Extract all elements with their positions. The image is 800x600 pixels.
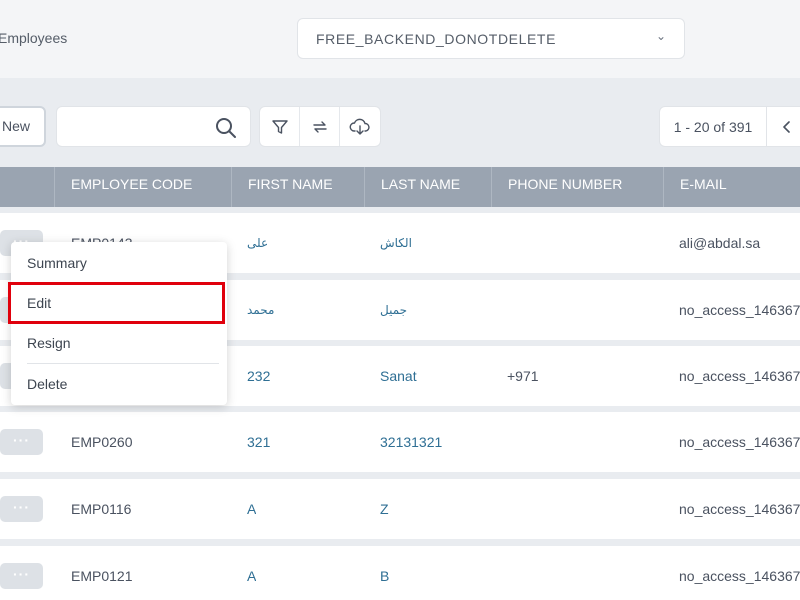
row-actions-button[interactable]: ···: [0, 496, 43, 522]
column-header-email[interactable]: E-MAIL: [663, 167, 800, 207]
company-select[interactable]: FREE_BACKEND_DONOTDELETE ⌄: [297, 18, 685, 59]
last-name-link[interactable]: جميل: [380, 280, 407, 340]
row-actions-button[interactable]: ···: [0, 429, 43, 455]
search-icon[interactable]: [214, 116, 238, 140]
swap-button[interactable]: [300, 107, 340, 146]
email-cell: no_access_146367.: [679, 568, 800, 584]
email-cell: ali@abdal.sa: [679, 235, 761, 251]
last-name-link[interactable]: 32131321: [380, 412, 442, 472]
prev-page-button[interactable]: [767, 106, 800, 147]
download-button[interactable]: [340, 107, 380, 146]
email-cell: no_access_146367.: [679, 434, 800, 450]
chevron-down-icon: ⌄: [655, 29, 666, 43]
menu-item-edit[interactable]: Edit: [11, 283, 227, 323]
phone-cell: +971: [507, 368, 539, 384]
filter-button[interactable]: [260, 107, 300, 146]
table-row[interactable]: ··· EMP0121 A B no_access_146367.: [0, 546, 800, 600]
column-header-phone-number[interactable]: PHONE NUMBER: [491, 167, 664, 207]
menu-item-resign[interactable]: Resign: [11, 323, 227, 363]
filter-icon: [271, 119, 288, 134]
breadcrumb[interactable]: Employees: [0, 30, 67, 46]
column-header-first-name[interactable]: FIRST NAME: [231, 167, 365, 207]
column-header-last-name[interactable]: LAST NAME: [364, 167, 492, 207]
top-bar: Employees FREE_BACKEND_DONOTDELETE ⌄: [0, 0, 800, 78]
table-header: EMPLOYEE CODE FIRST NAME LAST NAME PHONE…: [0, 167, 800, 207]
email-cell: no_access_146367.: [679, 368, 800, 384]
new-button[interactable]: New: [0, 106, 46, 147]
first-name-link[interactable]: 232: [247, 346, 270, 406]
first-name-link[interactable]: A: [247, 479, 256, 539]
row-actions-button[interactable]: ···: [0, 563, 43, 589]
last-name-link[interactable]: Sanat: [380, 346, 417, 406]
company-select-value: FREE_BACKEND_DONOTDELETE: [316, 31, 557, 47]
last-name-link[interactable]: B: [380, 546, 389, 600]
pagination-range: 1 - 20 of 391: [659, 106, 767, 147]
employee-code-cell: EMP0121: [71, 568, 133, 584]
first-name-link[interactable]: محمد: [247, 280, 274, 340]
first-name-link[interactable]: 321: [247, 412, 270, 472]
chevron-left-icon: [782, 120, 790, 133]
table-tools: [259, 106, 381, 147]
last-name-link[interactable]: الكاش: [380, 213, 412, 273]
table-row[interactable]: ··· EMP0260 321 32131321 no_access_14636…: [0, 412, 800, 472]
menu-item-delete[interactable]: Delete: [11, 364, 227, 404]
email-cell: no_access_146367.: [679, 501, 800, 517]
column-header-employee-code[interactable]: EMPLOYEE CODE: [54, 167, 232, 207]
cloud-download-icon: [349, 118, 370, 135]
table-row[interactable]: ··· EMP0116 A Z no_access_146367.: [0, 479, 800, 539]
employee-code-cell: EMP0116: [71, 501, 132, 517]
first-name-link[interactable]: A: [247, 546, 256, 600]
last-name-link[interactable]: Z: [380, 479, 389, 539]
swap-icon: [312, 120, 327, 133]
email-cell: no_access_146367.: [679, 302, 800, 318]
first-name-link[interactable]: علی: [247, 213, 268, 273]
search-box: [56, 106, 251, 147]
search-input[interactable]: [67, 115, 207, 139]
employee-code-cell: EMP0260: [71, 434, 133, 450]
row-context-menu: Summary Edit Resign Delete: [11, 242, 227, 405]
menu-item-summary[interactable]: Summary: [11, 243, 227, 283]
